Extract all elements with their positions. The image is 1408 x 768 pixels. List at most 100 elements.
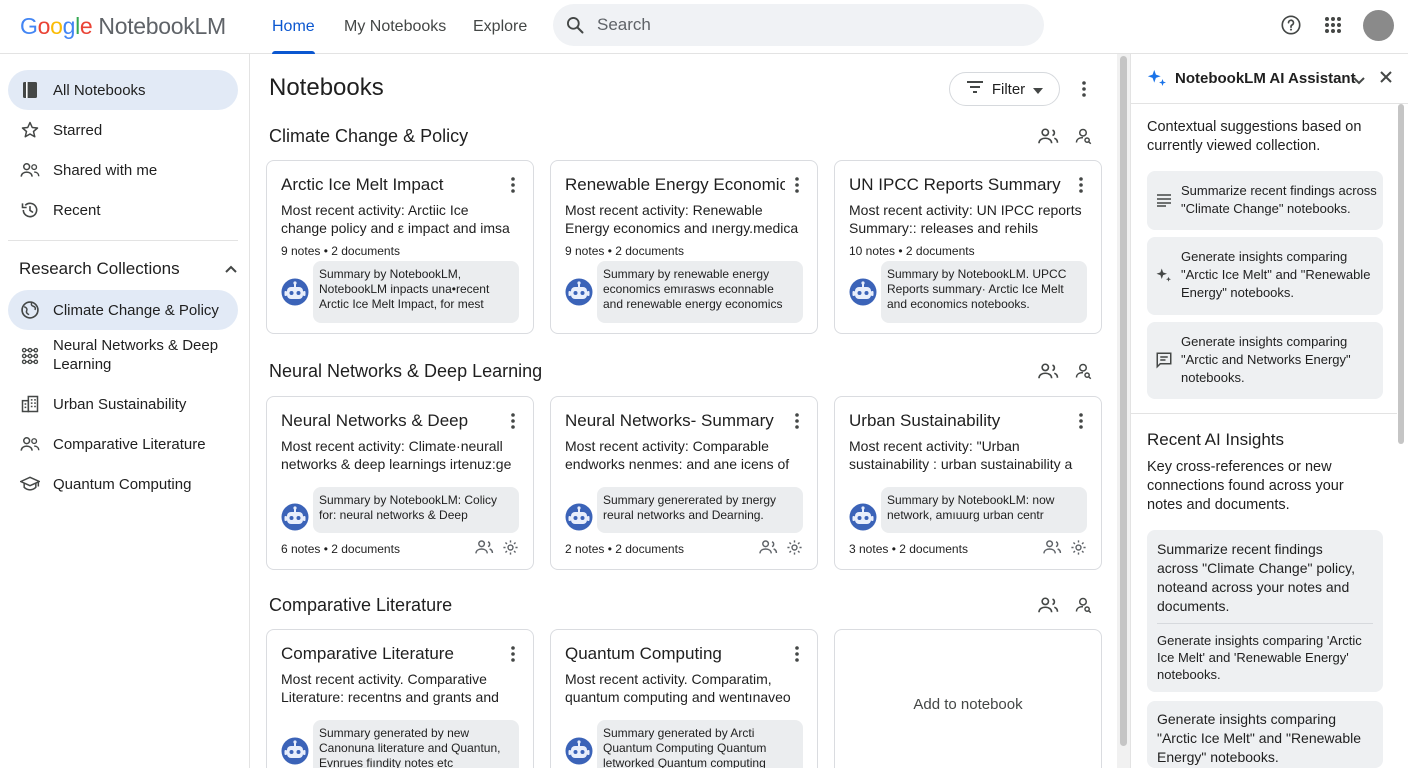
share-people-icon[interactable] bbox=[758, 539, 778, 561]
filter-button[interactable]: Filter bbox=[949, 72, 1060, 106]
robot-avatar-icon bbox=[281, 278, 309, 306]
chevron-down-icon[interactable] bbox=[1353, 72, 1365, 90]
share-people-icon[interactable] bbox=[1042, 539, 1062, 561]
sidebar-item-shared[interactable]: Shared with me bbox=[8, 150, 238, 190]
person-search-icon[interactable] bbox=[1073, 596, 1093, 619]
page-title: Notebooks bbox=[269, 74, 384, 101]
suggestion-text: Summarize recent findings across "Climat… bbox=[1181, 183, 1377, 216]
app-logo[interactable]: Google NotebookLM bbox=[20, 11, 226, 41]
assistant-intro: Contextual suggestions based on currentl… bbox=[1147, 119, 1362, 154]
card-activity: Most recent activity: UN IPCC reports Su… bbox=[849, 202, 1082, 236]
settings-icon[interactable] bbox=[1070, 539, 1087, 561]
sidebar-item-quantum-computing[interactable]: Quantum Computing bbox=[8, 464, 238, 504]
logo-product: NotebookLM bbox=[98, 12, 226, 39]
scrollbar-thumb[interactable] bbox=[1120, 56, 1127, 746]
card-title: Comparative Literature bbox=[281, 644, 454, 663]
share-people-icon[interactable] bbox=[474, 539, 494, 561]
insight-card[interactable]: Generate insights comparing "Arctic Ice … bbox=[1147, 701, 1383, 768]
card-title: Neural Networks- Summary bbox=[565, 411, 774, 430]
city-icon bbox=[20, 394, 40, 414]
robot-avatar-icon bbox=[281, 503, 309, 531]
more-vert-icon[interactable] bbox=[789, 411, 805, 431]
notebook-card-urban[interactable]: Urban Sustainability Most recent activit… bbox=[834, 396, 1102, 570]
card-meta: 10 notes • 2 documents bbox=[849, 244, 975, 258]
sidebar-item-urban-sustainability[interactable]: Urban Sustainability bbox=[8, 384, 238, 424]
notebook-card-neural-summary[interactable]: Neural Networks- Summary Most recent act… bbox=[550, 396, 818, 570]
sidebar-item-label: All Notebooks bbox=[53, 81, 146, 99]
more-vert-icon[interactable] bbox=[1073, 411, 1089, 431]
sidebar: All Notebooks Starred Shared with me Rec… bbox=[0, 54, 250, 768]
suggestion-card[interactable]: Generate insights comparing "Arctic Ice … bbox=[1147, 237, 1383, 315]
robot-avatar-icon bbox=[565, 278, 593, 306]
sidebar-item-label: Urban Sustainability bbox=[53, 395, 187, 413]
chat-icon bbox=[1155, 351, 1173, 369]
more-vert-icon[interactable] bbox=[789, 175, 805, 195]
suggestion-card[interactable]: Summarize recent findings across "Climat… bbox=[1147, 171, 1383, 230]
card-title: Neural Networks & Deep Learning bbox=[281, 411, 471, 430]
share-people-icon[interactable] bbox=[1037, 596, 1059, 619]
insights-intro: Key cross-references or new connections … bbox=[1147, 459, 1344, 513]
notebook-card-ipcc[interactable]: UN IPCC Reports Summary Most recent acti… bbox=[834, 160, 1102, 334]
card-summary: Summary by NotebookLM, NotebookLM inpact… bbox=[313, 261, 519, 323]
section-title-literature: Comparative Literature bbox=[269, 595, 453, 615]
search-bar[interactable] bbox=[553, 4, 1044, 46]
section-actions bbox=[1037, 127, 1093, 150]
top-bar: Google NotebookLM Home My Notebooks Expl… bbox=[0, 0, 1408, 54]
section-actions bbox=[1037, 596, 1093, 619]
tab-home[interactable]: Home bbox=[272, 0, 315, 54]
apps-grid-icon[interactable] bbox=[1320, 12, 1346, 38]
notebook-card-comparative[interactable]: Comparative Literature Most recent activ… bbox=[266, 629, 534, 768]
share-people-icon[interactable] bbox=[1037, 127, 1059, 150]
person-search-icon[interactable] bbox=[1073, 362, 1093, 385]
person-search-icon[interactable] bbox=[1073, 127, 1093, 150]
more-vert-icon[interactable] bbox=[505, 411, 521, 431]
globe-icon bbox=[20, 300, 40, 320]
sidebar-item-neural-networks[interactable]: Neural Networks & Deep Learning bbox=[8, 332, 238, 380]
notebook-card-renewable[interactable]: Renewable Energy Economics Most recent a… bbox=[550, 160, 818, 334]
settings-icon[interactable] bbox=[786, 539, 803, 561]
tab-explore[interactable]: Explore bbox=[473, 0, 527, 54]
card-title: UN IPCC Reports Summary bbox=[849, 175, 1061, 194]
sidebar-item-recent[interactable]: Recent bbox=[8, 190, 238, 230]
main-scrollbar[interactable] bbox=[1117, 54, 1130, 768]
chevron-up-icon[interactable] bbox=[224, 259, 238, 279]
tab-my-notebooks[interactable]: My Notebooks bbox=[344, 0, 446, 54]
suggestion-text: Generate insights comparing "Arctic and … bbox=[1181, 334, 1351, 385]
add-to-notebook-card[interactable]: Add to notebook bbox=[834, 629, 1102, 768]
notebook-card-neural-deep[interactable]: Neural Networks & Deep Learning Most rec… bbox=[266, 396, 534, 570]
close-icon[interactable] bbox=[1380, 70, 1392, 88]
card-summary: Summary by NotebookLM: now network, amıu… bbox=[881, 487, 1087, 533]
sidebar-item-starred[interactable]: Starred bbox=[8, 110, 238, 150]
more-vert-icon[interactable] bbox=[1074, 76, 1094, 102]
more-vert-icon[interactable] bbox=[505, 644, 521, 664]
card-meta: 9 notes • 2 documents bbox=[565, 244, 684, 258]
card-summary: Summary by renewable energy economics em… bbox=[597, 261, 803, 323]
more-vert-icon[interactable] bbox=[1073, 175, 1089, 195]
share-people-icon[interactable] bbox=[1037, 362, 1059, 385]
notebook-card-arctic[interactable]: Arctic Ice Melt Impact Most recent activ… bbox=[266, 160, 534, 334]
more-vert-icon[interactable] bbox=[789, 644, 805, 664]
robot-avatar-icon bbox=[565, 737, 593, 765]
sidebar-item-label: Starred bbox=[53, 121, 103, 139]
notebook-card-quantum[interactable]: Quantum Computing Most recent activity. … bbox=[550, 629, 818, 768]
panel-scrollbar[interactable] bbox=[1396, 104, 1406, 454]
card-activity: Most recent activity: Comparable endwork… bbox=[565, 438, 790, 472]
avatar[interactable] bbox=[1363, 10, 1394, 41]
suggestion-card[interactable]: Generate insights comparing "Arctic and … bbox=[1147, 322, 1383, 399]
card-summary: Summary by NotebookLM. UPCC Reports summ… bbox=[881, 261, 1087, 323]
sidebar-item-all-notebooks[interactable]: All Notebooks bbox=[8, 70, 238, 110]
search-input[interactable] bbox=[597, 15, 997, 35]
settings-icon[interactable] bbox=[502, 539, 519, 561]
section-title-neural: Neural Networks & Deep Learning bbox=[269, 361, 543, 381]
more-vert-icon[interactable] bbox=[505, 175, 521, 195]
sidebar-item-climate-change[interactable]: Climate Change & Policy bbox=[8, 290, 238, 330]
sidebar-item-comparative-literature[interactable]: Comparative Literature bbox=[8, 424, 238, 464]
section-title-climate: Climate Change & Policy bbox=[269, 126, 469, 146]
scrollbar-thumb[interactable] bbox=[1398, 104, 1404, 444]
help-icon[interactable] bbox=[1278, 12, 1304, 38]
research-collections-header[interactable]: Research Collections bbox=[19, 254, 238, 284]
notebook-icon bbox=[20, 80, 40, 100]
insight-card[interactable]: Summarize recent findings across "Climat… bbox=[1147, 530, 1383, 692]
people-icon bbox=[20, 434, 40, 454]
card-activity: Most recent activity. Comparatim, quantu… bbox=[565, 671, 791, 705]
